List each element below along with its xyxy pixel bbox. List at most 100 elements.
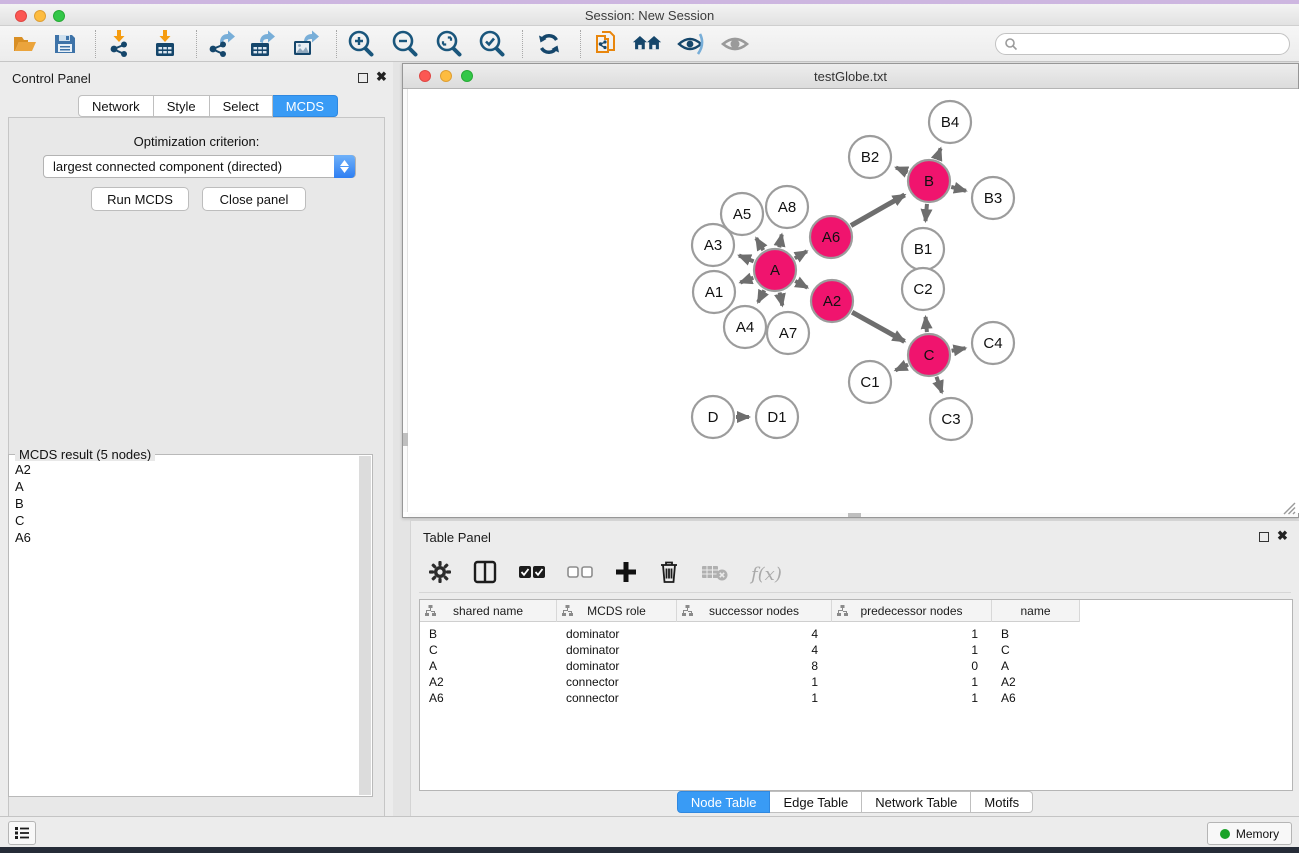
table-cell[interactable]: B bbox=[1001, 626, 1080, 642]
table-cell[interactable]: A6 bbox=[1001, 690, 1080, 706]
mcds-result-list[interactable]: A2ABCA6 bbox=[10, 461, 360, 795]
tab-network[interactable]: Network bbox=[78, 95, 154, 117]
column-header-successor-nodes[interactable]: successor nodes bbox=[677, 600, 832, 622]
show-selected-icon[interactable] bbox=[720, 30, 750, 58]
graph-node-A5[interactable]: A5 bbox=[721, 193, 763, 235]
graph-edge-C-C4[interactable] bbox=[952, 348, 966, 351]
table-cell[interactable]: dominator bbox=[566, 642, 677, 658]
table-cell[interactable]: C bbox=[429, 642, 557, 658]
import-network-icon[interactable] bbox=[106, 30, 136, 58]
table-cell[interactable]: 1 bbox=[677, 674, 818, 690]
graph-node-C3[interactable]: C3 bbox=[930, 398, 972, 440]
graph-edge-A-A8[interactable] bbox=[779, 235, 781, 248]
graph-node-A4[interactable]: A4 bbox=[724, 306, 766, 348]
hide-selected-icon[interactable] bbox=[676, 30, 706, 58]
export-table-icon[interactable] bbox=[247, 30, 277, 58]
network-from-file-icon[interactable] bbox=[592, 30, 622, 58]
graph-node-A2[interactable]: A2 bbox=[811, 280, 853, 322]
graph-node-D1[interactable]: D1 bbox=[756, 396, 798, 438]
settings-gear-icon[interactable] bbox=[429, 561, 451, 588]
delete-column-icon[interactable] bbox=[659, 560, 679, 589]
column-header-name[interactable]: name bbox=[992, 600, 1080, 622]
export-network-icon[interactable] bbox=[206, 30, 236, 58]
graph-node-B2[interactable]: B2 bbox=[849, 136, 891, 178]
close-panel-button[interactable]: Close panel bbox=[202, 187, 306, 211]
table-cell[interactable]: 1 bbox=[832, 642, 978, 658]
graph-node-A1[interactable]: A1 bbox=[693, 271, 735, 313]
show-panels-menu-button[interactable] bbox=[8, 821, 36, 845]
table-cell[interactable]: 4 bbox=[677, 626, 818, 642]
table-cell[interactable]: A2 bbox=[1001, 674, 1080, 690]
graph-edge-C-C2[interactable] bbox=[926, 317, 927, 332]
table-cell[interactable]: 1 bbox=[677, 690, 818, 706]
graph-node-A6[interactable]: A6 bbox=[810, 216, 852, 258]
table-cell[interactable]: A bbox=[429, 658, 557, 674]
mcds-result-item[interactable]: A6 bbox=[10, 529, 360, 546]
table-cell[interactable]: connector bbox=[566, 690, 677, 706]
zoom-in-icon[interactable] bbox=[346, 30, 376, 58]
table-cell[interactable]: 1 bbox=[832, 674, 978, 690]
graph-node-C[interactable]: C bbox=[908, 334, 950, 376]
zoom-out-icon[interactable] bbox=[390, 30, 420, 58]
optimization-criterion-select[interactable]: largest connected component (directed) bbox=[43, 155, 356, 178]
graph-node-A8[interactable]: A8 bbox=[766, 186, 808, 228]
column-header-shared-name[interactable]: shared name bbox=[420, 600, 557, 622]
select-all-checks-icon[interactable] bbox=[519, 565, 545, 584]
home-icon[interactable] bbox=[632, 30, 662, 58]
float-panel-icon[interactable] bbox=[358, 73, 368, 83]
table-cell[interactable]: 8 bbox=[677, 658, 818, 674]
memory-button[interactable]: Memory bbox=[1207, 822, 1292, 845]
graph-node-B3[interactable]: B3 bbox=[972, 177, 1014, 219]
table-cell[interactable]: C bbox=[1001, 642, 1080, 658]
graph-edge-C-C3[interactable] bbox=[936, 377, 941, 393]
export-image-icon[interactable] bbox=[290, 30, 320, 58]
graph-edge-A-A1[interactable] bbox=[740, 278, 753, 283]
graph-edge-B-B1[interactable] bbox=[925, 204, 927, 221]
window-resize-grip[interactable] bbox=[1280, 499, 1296, 515]
graph-edge-B-B3[interactable] bbox=[951, 187, 966, 191]
table-cell[interactable]: A6 bbox=[429, 690, 557, 706]
graph-node-C1[interactable]: C1 bbox=[849, 361, 891, 403]
mcds-result-item[interactable]: A2 bbox=[10, 461, 360, 478]
column-header-predecessor-nodes[interactable]: predecessor nodes bbox=[832, 600, 992, 622]
node-table[interactable]: shared nameMCDS rolesuccessor nodesprede… bbox=[419, 599, 1293, 791]
mcds-result-item[interactable]: B bbox=[10, 495, 360, 512]
add-column-icon[interactable] bbox=[615, 561, 637, 588]
table-cell[interactable]: B bbox=[429, 626, 557, 642]
close-panel-icon[interactable]: ✖ bbox=[376, 69, 387, 85]
graph-edge-A-A6[interactable] bbox=[795, 251, 807, 258]
deselect-all-checks-icon[interactable] bbox=[567, 565, 593, 584]
graph-node-C2[interactable]: C2 bbox=[902, 268, 944, 310]
tab-select[interactable]: Select bbox=[210, 95, 273, 117]
table-cell[interactable]: dominator bbox=[566, 658, 677, 674]
table-cell[interactable]: 4 bbox=[677, 642, 818, 658]
table-cell[interactable]: 1 bbox=[832, 690, 978, 706]
table-cell[interactable]: 1 bbox=[832, 626, 978, 642]
tab-style[interactable]: Style bbox=[154, 95, 210, 117]
mcds-result-scrollbar[interactable] bbox=[359, 456, 371, 795]
table-close-panel-icon[interactable]: ✖ bbox=[1277, 528, 1288, 544]
graph-node-A[interactable]: A bbox=[754, 249, 796, 291]
run-mcds-button[interactable]: Run MCDS bbox=[91, 187, 189, 211]
tab-motifs[interactable]: Motifs bbox=[971, 791, 1033, 813]
graph-edge-B-B4[interactable] bbox=[937, 148, 941, 159]
table-cell[interactable]: A2 bbox=[429, 674, 557, 690]
tab-mcds[interactable]: MCDS bbox=[273, 95, 338, 117]
graph-edge-A-A3[interactable] bbox=[739, 255, 754, 261]
tab-edge-table[interactable]: Edge Table bbox=[770, 791, 862, 813]
graph-edge-A2-C[interactable] bbox=[852, 312, 904, 341]
table-float-panel-icon[interactable] bbox=[1259, 532, 1269, 542]
graph-node-C4[interactable]: C4 bbox=[972, 322, 1014, 364]
table-cell[interactable]: A bbox=[1001, 658, 1080, 674]
network-window-titlebar[interactable]: testGlobe.txt bbox=[403, 64, 1298, 89]
search-input[interactable] bbox=[995, 33, 1290, 55]
graph-node-B1[interactable]: B1 bbox=[902, 228, 944, 270]
network-graph-canvas[interactable]: AA1A2A3A4A5A6A7A8BB1B2B3B4CC1C2C3C4DD1 bbox=[408, 89, 1299, 513]
graph-node-A7[interactable]: A7 bbox=[767, 312, 809, 354]
column-header-MCDS-role[interactable]: MCDS role bbox=[557, 600, 677, 622]
mcds-result-item[interactable]: A bbox=[10, 478, 360, 495]
table-cell[interactable]: dominator bbox=[566, 626, 677, 642]
zoom-selected-icon[interactable] bbox=[477, 30, 507, 58]
graph-edge-A-A7[interactable] bbox=[780, 293, 783, 306]
tab-network-table[interactable]: Network Table bbox=[862, 791, 971, 813]
